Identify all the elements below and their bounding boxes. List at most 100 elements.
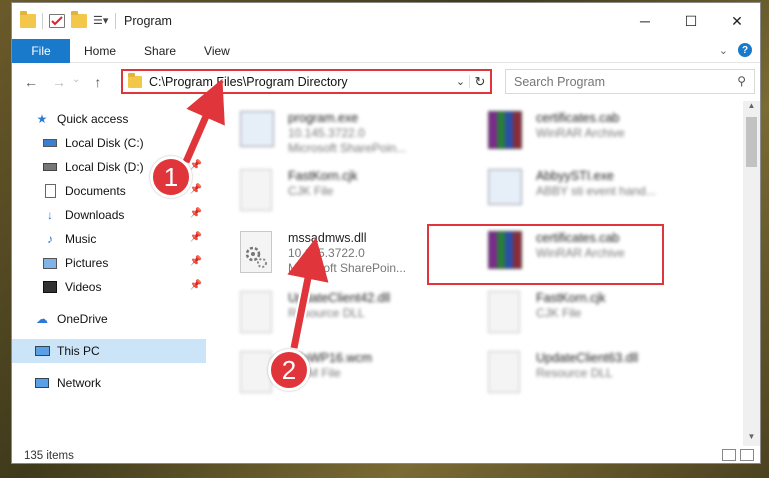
sidebar-item-pictures[interactable]: Pictures 📌 [12, 251, 206, 275]
folder-icon [128, 72, 142, 88]
sidebar-item-downloads[interactable]: ↓ Downloads 📌 [12, 203, 206, 227]
pin-icon[interactable]: 📌 [190, 184, 202, 195]
back-arrow-icon[interactable]: ← [24, 74, 38, 90]
drive-icon [42, 136, 58, 150]
executable-icon [488, 169, 526, 213]
sidebar-item-network[interactable]: Network [12, 371, 206, 395]
sidebar-item-label: Documents [65, 184, 126, 198]
scroll-down-icon[interactable]: ▼ [743, 432, 760, 446]
star-icon: ★ [36, 112, 48, 126]
sidebar-item-this-pc[interactable]: This PC [12, 339, 206, 363]
maximize-button[interactable]: ☐ [668, 3, 714, 39]
pin-icon[interactable]: 📌 [190, 208, 202, 219]
tab-file[interactable]: File [12, 38, 70, 63]
properties-icon[interactable] [49, 14, 65, 28]
file-item[interactable]: FastKorn.cjk CJK File [482, 285, 702, 341]
download-icon: ↓ [47, 208, 53, 222]
divider [115, 13, 116, 29]
file-detail: 10.145.3722.0 [288, 126, 365, 140]
file-item[interactable]: UpdateClient42.dll Resource DLL [234, 285, 454, 341]
sidebar-item-music[interactable]: ♪ Music 📌 [12, 227, 206, 251]
tab-home[interactable]: Home [70, 44, 130, 58]
sidebar-item-onedrive[interactable]: ☁ OneDrive [12, 307, 206, 331]
file-detail: Resource DLL [536, 366, 613, 380]
navigation-pane: ★ Quick access Local Disk (C:) 📌 Local D… [12, 101, 206, 446]
minimize-button[interactable]: ─ [622, 3, 668, 39]
expand-ribbon-icon[interactable]: ⌄ [719, 44, 728, 57]
sidebar-item-label: Quick access [57, 112, 129, 126]
navigation-buttons: ← → ⌄ ↑ [12, 74, 120, 90]
refresh-icon[interactable]: ↻ [470, 74, 490, 90]
new-folder-icon[interactable] [71, 11, 87, 28]
sidebar-item-label: Local Disk (D:) [65, 160, 144, 174]
pin-icon[interactable]: 📌 [190, 256, 202, 267]
archive-icon [488, 111, 526, 155]
window-controls: ─ ☐ ✕ [622, 3, 760, 39]
scroll-thumb[interactable] [746, 117, 757, 167]
tab-share[interactable]: Share [130, 44, 190, 58]
dll-gear-icon [488, 351, 526, 395]
file-icon [240, 169, 278, 213]
ribbon-right-controls: ⌄ ? [719, 43, 752, 57]
file-item-mssadmws[interactable]: mssadmws.dll 10.145.3722.0 Microsoft Sha… [234, 225, 454, 281]
forward-arrow-icon[interactable]: → [52, 74, 66, 90]
sidebar-item-label: Pictures [65, 256, 109, 270]
sidebar-item-label: Downloads [65, 208, 125, 222]
sidebar-item-label: Music [65, 232, 97, 246]
help-icon[interactable]: ? [738, 43, 752, 57]
search-box[interactable]: ⚲ [505, 69, 755, 94]
view-toggles [722, 449, 754, 461]
divider [42, 13, 43, 29]
executable-icon [240, 111, 278, 155]
search-icon[interactable]: ⚲ [737, 74, 746, 88]
file-name: FastKorn.cjk [288, 169, 358, 183]
sidebar-item-local-disk-c[interactable]: Local Disk (C:) 📌 [12, 131, 206, 155]
large-icons-view-icon[interactable] [740, 449, 754, 461]
file-item[interactable]: certificates.cab WinRAR Archive [482, 105, 702, 161]
file-item[interactable]: InfoWP16.wcm WCM File [234, 345, 454, 401]
sidebar-item-label: OneDrive [57, 312, 108, 326]
file-name: UpdateClient42.dll [288, 291, 391, 305]
file-detail: 10.145.3722.0 [288, 246, 365, 260]
file-detail: WinRAR Archive [536, 126, 625, 140]
file-item[interactable]: FastKorn.cjk CJK File [234, 163, 454, 219]
divider [12, 299, 206, 307]
address-path[interactable]: C:\Program Files\Program Directory [149, 75, 452, 89]
file-list: program.exe 10.145.3722.0 Microsoft Shar… [206, 101, 760, 446]
pin-icon[interactable]: 📌 [190, 232, 202, 243]
sidebar-item-label: This PC [57, 344, 100, 358]
close-button[interactable]: ✕ [714, 3, 760, 39]
file-name: FastKorn.cjk [536, 291, 606, 305]
scroll-up-icon[interactable]: ▲ [743, 101, 760, 115]
details-view-icon[interactable] [722, 449, 736, 461]
pin-icon[interactable]: 📌 [190, 136, 202, 147]
divider [12, 331, 206, 339]
drive-icon [42, 160, 58, 174]
up-arrow-icon[interactable]: ↑ [94, 74, 101, 90]
status-bar: 135 items [12, 446, 760, 463]
file-detail: CJK File [288, 184, 334, 198]
file-name: certificates.cab [536, 111, 620, 125]
file-detail: Microsoft SharePoin... [288, 261, 407, 275]
chevron-down-icon[interactable]: ⌄ [452, 75, 470, 88]
item-count: 135 items [24, 449, 74, 462]
search-input[interactable] [514, 74, 724, 89]
documents-icon [42, 184, 58, 198]
file-detail: ABBY sti event hand... [536, 184, 656, 198]
folder-icon [20, 11, 36, 28]
recent-locations-icon[interactable]: ⌄ [72, 74, 80, 90]
file-item[interactable]: UpdateClient63.dll Resource DLL [482, 345, 702, 401]
address-bar[interactable]: C:\Program Files\Program Directory ⌄ ↻ [121, 69, 492, 94]
title-bar: ☰▾ Program ─ ☐ ✕ [12, 3, 760, 39]
cloud-icon: ☁ [36, 312, 48, 326]
customize-toolbar-icon[interactable]: ☰▾ [93, 14, 109, 28]
file-item[interactable]: program.exe 10.145.3722.0 Microsoft Shar… [234, 105, 454, 161]
pin-icon[interactable]: 📌 [190, 280, 202, 291]
dll-gear-icon [240, 231, 278, 275]
pin-icon[interactable]: 📌 [190, 160, 202, 171]
sidebar-item-quick-access[interactable]: ★ Quick access [12, 107, 206, 131]
vertical-scrollbar[interactable]: ▲ ▼ [743, 101, 760, 446]
sidebar-item-videos[interactable]: Videos 📌 [12, 275, 206, 299]
file-item[interactable]: AbbyySTI.exe ABBY sti event hand... [482, 163, 702, 219]
tab-view[interactable]: View [190, 44, 244, 58]
